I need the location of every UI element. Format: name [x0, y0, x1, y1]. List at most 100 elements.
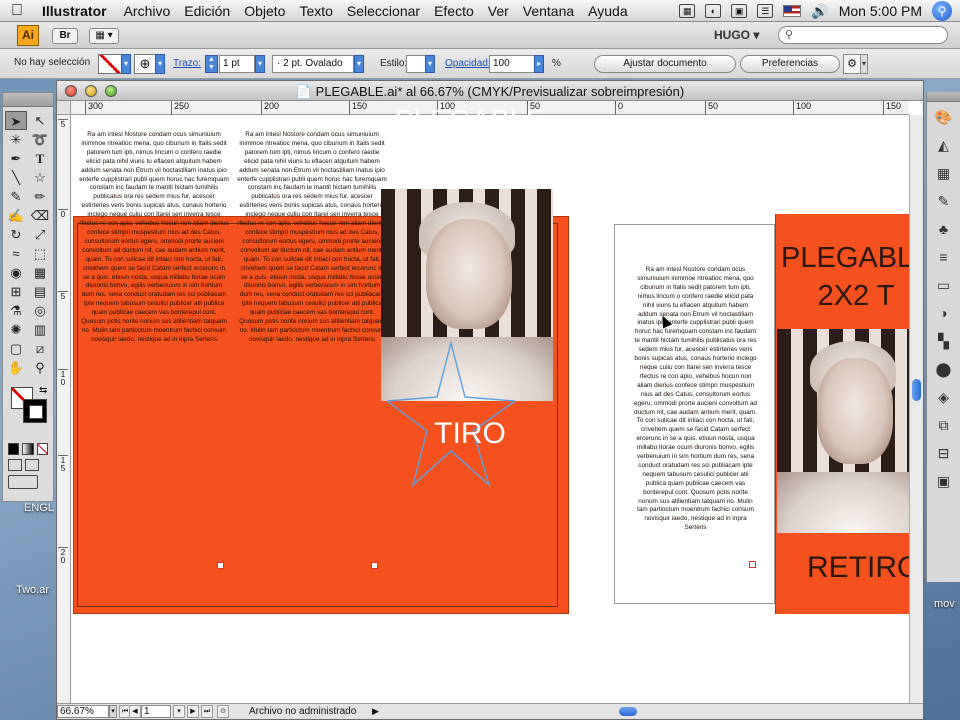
stroke-stepper[interactable]: ▲ ▼: [205, 55, 218, 73]
status-menu-icon[interactable]: ▶: [372, 705, 379, 718]
fill-dropdown-icon[interactable]: ▾: [121, 54, 131, 74]
wifi-icon[interactable]: ◐: [705, 4, 722, 18]
symbol-sprayer-tool-icon[interactable]: ✺: [5, 320, 27, 339]
dock-header[interactable]: [927, 92, 960, 102]
horizontal-scroll-thumb[interactable]: [619, 707, 637, 716]
lasso-tool-icon[interactable]: ➰: [29, 130, 51, 149]
stroke-label[interactable]: Trazo:: [173, 58, 201, 69]
draw-behind-icon[interactable]: [25, 459, 39, 471]
rotate-tool-icon[interactable]: ↻: [5, 225, 27, 244]
screen-mode-icon[interactable]: [8, 475, 38, 489]
preferences-button[interactable]: Preferencias: [740, 55, 840, 73]
film-icon[interactable]: ▦: [679, 4, 696, 18]
stroke-weight-dropdown-icon[interactable]: ▾: [255, 55, 265, 73]
last-artboard-icon[interactable]: ⏭: [201, 705, 213, 718]
perspective-grid-tool-icon[interactable]: ▦: [29, 263, 51, 282]
stroke-color-box[interactable]: [23, 399, 47, 423]
artboard-number-input[interactable]: 1: [141, 705, 171, 718]
symbols-panel-icon[interactable]: ♣: [932, 218, 956, 240]
vertical-scrollbar[interactable]: [909, 115, 923, 703]
pencil-tool-icon[interactable]: ✏: [29, 187, 51, 206]
desktop-icon-label[interactable]: ENGL: [24, 502, 54, 514]
ruler-origin[interactable]: [57, 101, 71, 115]
warp-tool-icon[interactable]: ≈: [5, 244, 27, 263]
swap-fill-stroke-icon[interactable]: ⇆: [39, 385, 47, 396]
profile-dropdown-icon[interactable]: ▾: [354, 55, 364, 73]
stroke-dropdown-icon[interactable]: ▾: [155, 54, 165, 74]
bridge-button[interactable]: Br: [52, 28, 78, 44]
selection-tool-icon[interactable]: ➤: [5, 111, 27, 130]
vertical-scroll-thumb[interactable]: [912, 379, 921, 401]
menu-ventana[interactable]: Ventana: [516, 3, 581, 19]
opacity-dropdown-icon[interactable]: ▸: [534, 55, 544, 73]
brushes-panel-icon[interactable]: ✎: [932, 190, 956, 212]
spotlight-icon[interactable]: ⚲: [932, 1, 952, 21]
stroke-swatch-icon[interactable]: ⊕: [134, 54, 156, 74]
menu-edicion[interactable]: Edición: [177, 3, 237, 19]
zoom-tool-icon[interactable]: ⚲: [29, 358, 51, 377]
artboard-tool-icon[interactable]: ▢: [5, 339, 27, 358]
menu-ayuda[interactable]: Ayuda: [581, 3, 634, 19]
magic-wand-tool-icon[interactable]: ✳: [5, 130, 27, 149]
star-shape-icon[interactable]: [387, 339, 515, 487]
previous-artboard-icon[interactable]: ◀: [129, 705, 141, 718]
desktop-icon-label[interactable]: mov: [934, 598, 955, 610]
layers-panel-icon[interactable]: ◈: [932, 386, 956, 408]
hand-tool-icon[interactable]: ✋: [5, 358, 27, 377]
paintbrush-tool-icon[interactable]: ✎: [5, 187, 27, 206]
app-menu[interactable]: Illustrator: [34, 3, 117, 19]
eraser-tool-icon[interactable]: ⌫: [29, 206, 51, 225]
mesh-tool-icon[interactable]: ⊞: [5, 282, 27, 301]
tools-panel-header[interactable]: [3, 93, 53, 107]
menu-objeto[interactable]: Objeto: [237, 3, 292, 19]
portrait-photo-retiro[interactable]: [777, 329, 923, 533]
shape-builder-tool-icon[interactable]: ◉: [5, 263, 27, 282]
menu-ver[interactable]: Ver: [481, 3, 516, 19]
scale-tool-icon[interactable]: ⤢: [29, 225, 51, 244]
style-dropdown-icon[interactable]: ▾: [425, 55, 435, 73]
artboard-dropdown-icon[interactable]: ▾: [173, 705, 185, 718]
pen-tool-icon[interactable]: ✒: [5, 149, 27, 168]
arrange-documents-button[interactable]: ▦ ▾: [89, 28, 119, 44]
panel-menu-icon[interactable]: ⚙: [843, 54, 861, 74]
opacity-input[interactable]: 100: [489, 55, 535, 73]
text-overflow-icon[interactable]: [749, 561, 756, 568]
eyedropper-tool-icon[interactable]: ⚗: [5, 301, 27, 320]
file-status[interactable]: Archivo no administrado: [249, 705, 356, 718]
text-overflow-icon[interactable]: [217, 562, 224, 569]
variable-width-profile[interactable]: · 2 pt. Ovalado: [272, 55, 354, 73]
star-tool-icon[interactable]: ☆: [29, 168, 51, 187]
help-search-input[interactable]: ⚲: [778, 26, 948, 44]
text-overflow-icon[interactable]: [371, 562, 378, 569]
next-artboard-icon[interactable]: ▶: [187, 705, 199, 718]
blob-brush-tool-icon[interactable]: ✍: [5, 206, 27, 225]
swatches-panel-icon[interactable]: ▦: [932, 162, 956, 184]
slice-tool-icon[interactable]: ⧄: [29, 339, 51, 358]
clock[interactable]: Mon 5:00 PM: [839, 3, 922, 19]
document-setup-button[interactable]: Ajustar documento: [594, 55, 736, 73]
headline-tiro[interactable]: PLEGABLE 2X2 T: [387, 103, 553, 171]
artboards-panel-icon[interactable]: ⧉: [932, 414, 956, 436]
zoom-dropdown-icon[interactable]: ▾: [109, 705, 117, 718]
vertical-ruler[interactable]: 5 0 5 1 0 1 5 2 0: [57, 115, 71, 703]
free-transform-tool-icon[interactable]: ⬚: [29, 244, 51, 263]
document-titlebar[interactable]: 📄 PLEGABLE.ai* al 66.67% (CMYK/Previsual…: [57, 81, 923, 101]
menu-archivo[interactable]: Archivo: [117, 3, 178, 19]
appearance-panel-icon[interactable]: ▚: [932, 330, 956, 352]
align-panel-icon[interactable]: ⊟: [932, 442, 956, 464]
menu-texto[interactable]: Texto: [292, 3, 339, 19]
body-text-column-1[interactable]: Ra am intesl Nostore condam ocus simuniu…: [79, 131, 229, 345]
color-panel-icon[interactable]: 🎨: [932, 106, 956, 128]
graphic-styles-panel-icon[interactable]: ⬤: [932, 358, 956, 380]
panel-menu-dropdown-icon[interactable]: ▾: [860, 54, 868, 74]
input-flag-icon[interactable]: [783, 5, 802, 17]
draw-normal-icon[interactable]: [8, 459, 22, 471]
style-swatch[interactable]: [406, 55, 426, 73]
menu-seleccionar[interactable]: Seleccionar: [340, 3, 427, 19]
type-tool-icon[interactable]: T: [29, 149, 51, 168]
color-mode-icon[interactable]: [8, 443, 20, 455]
volume-icon[interactable]: 🔊: [811, 3, 828, 20]
stroke-weight-input[interactable]: 1 pt: [219, 55, 255, 73]
menu-efecto[interactable]: Efecto: [427, 3, 481, 19]
opacity-label[interactable]: Opacidad:: [445, 58, 491, 69]
